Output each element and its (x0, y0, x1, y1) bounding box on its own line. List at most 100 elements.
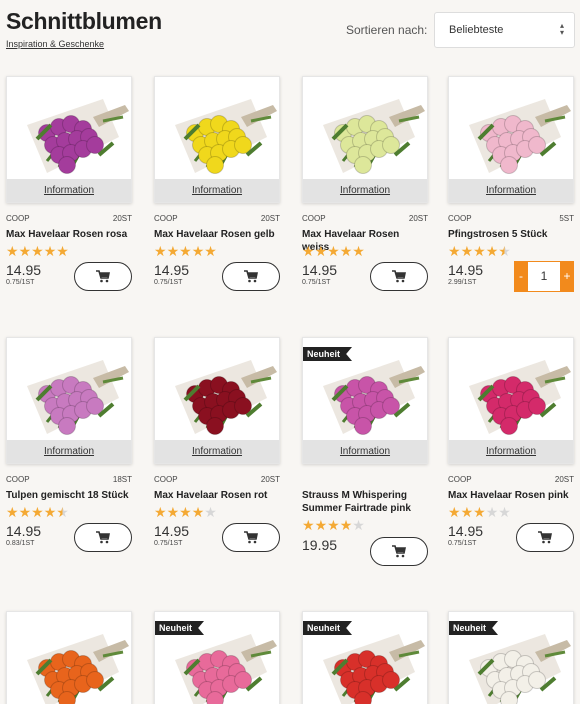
cart-icon (392, 270, 406, 283)
star-icon: ★ (179, 504, 192, 520)
sort-label: Sortieren nach: (346, 23, 428, 37)
cart-icon (538, 531, 552, 544)
star-icon: ★ (6, 243, 19, 259)
sort-select[interactable]: Beliebteste ▴ ▾ (434, 12, 575, 48)
inspiration-link[interactable]: Inspiration & Geschenke (6, 39, 104, 49)
increase-button[interactable]: + (560, 261, 574, 292)
star-icon: ★ (327, 243, 340, 259)
product-image[interactable]: Information (6, 337, 132, 464)
add-to-cart-button[interactable] (222, 523, 280, 552)
star-icon: ★ (6, 504, 19, 520)
unit-price: 0.75/1ST (154, 540, 183, 547)
select-arrows-icon: ▴ ▾ (559, 21, 564, 37)
cart-icon (244, 270, 258, 283)
add-to-cart-button[interactable] (222, 262, 280, 291)
product-brand: COOP (448, 475, 472, 484)
product-name[interactable]: Max Havelaar Rosen rosa (6, 228, 132, 241)
star-icon: ★ (327, 517, 340, 533)
rating-stars: ★★★★★ (154, 244, 217, 258)
product-quantity: 20ST (260, 214, 280, 223)
product-quantity: 20ST (408, 214, 428, 223)
product-name[interactable]: Tulpen gemischt 18 Stück (6, 489, 132, 502)
product-quantity: 5ST (559, 214, 574, 223)
unit-price: 0.83/1ST (6, 540, 35, 547)
star-icon: ★ (302, 243, 315, 259)
information-link[interactable]: Information (155, 179, 279, 202)
rating-stars: ★★★★★ (6, 244, 69, 258)
information-link[interactable]: Information (155, 440, 279, 463)
information-link[interactable]: Information (449, 179, 573, 202)
star-icon: ★ (179, 243, 192, 259)
star-icon: ★ (31, 243, 44, 259)
unit-price: 0.75/1ST (448, 540, 477, 547)
new-badge: Neuheit (155, 621, 205, 635)
star-icon: ★ (485, 504, 499, 520)
product-image[interactable]: Information (154, 76, 280, 203)
star-icon: ★ (302, 517, 315, 533)
cart-icon (96, 531, 110, 544)
product-brand: COOP (154, 214, 178, 223)
add-to-cart-button[interactable] (516, 523, 574, 552)
add-to-cart-button[interactable] (74, 523, 132, 552)
unit-price: 0.75/1ST (154, 279, 183, 286)
product-brand: COOP (6, 214, 30, 223)
star-icon: ★ (204, 243, 217, 259)
add-to-cart-button[interactable] (74, 262, 132, 291)
product-name[interactable]: Max Havelaar Rosen gelb (154, 228, 280, 241)
information-link[interactable]: Information (7, 179, 131, 202)
product-image[interactable]: Neuheit Information (448, 611, 574, 704)
product-price: 14.95 (6, 262, 42, 278)
product-quantity: 20ST (112, 214, 132, 223)
star-icon: ★ (498, 243, 511, 259)
star-icon: ★ (339, 517, 353, 533)
add-to-cart-button[interactable] (370, 537, 428, 566)
product-price: 14.95 (448, 523, 484, 539)
unit-price: 0.75/1ST (6, 279, 35, 286)
product-price: 14.95 (6, 523, 42, 539)
information-link[interactable]: Information (7, 440, 131, 463)
product-image[interactable]: Information (448, 337, 574, 464)
rating-stars: ★★★★★ (302, 244, 365, 258)
star-icon: ★ (18, 243, 32, 259)
decrease-button[interactable]: - (514, 261, 528, 292)
star-icon: ★ (314, 243, 328, 259)
star-icon: ★ (460, 243, 474, 259)
information-link[interactable]: Information (303, 179, 427, 202)
product-quantity: 20ST (554, 475, 574, 484)
product-image[interactable]: Neuheit Information (302, 611, 428, 704)
star-icon: ★ (473, 504, 486, 520)
information-link[interactable]: Information (449, 440, 573, 463)
quantity-value[interactable]: 1 (529, 262, 559, 291)
add-to-cart-button[interactable] (370, 262, 428, 291)
product-image[interactable]: Neuheit Information (154, 611, 280, 704)
page-header: Schnittblumen Inspiration & Geschenke So… (6, 8, 576, 58)
rating-stars: ★★★★★ (154, 505, 217, 519)
product-image[interactable]: Information (6, 76, 132, 203)
product-name[interactable]: Strauss M Whispering Summer Fairtrade pi… (302, 489, 428, 515)
product-image[interactable]: Information (448, 76, 574, 203)
star-icon: ★ (448, 504, 461, 520)
star-icon: ★ (166, 504, 180, 520)
star-icon: ★ (473, 243, 486, 259)
star-icon: ★ (191, 504, 205, 520)
product-image[interactable]: Neuheit Information (302, 337, 428, 464)
new-badge: Neuheit (303, 621, 353, 635)
cart-icon (96, 270, 110, 283)
information-link[interactable]: Information (303, 440, 427, 463)
star-icon: ★ (31, 504, 44, 520)
product-brand: COOP (154, 475, 178, 484)
star-icon: ★ (352, 517, 365, 533)
product-image[interactable]: Information (6, 611, 132, 704)
product-brand: COOP (302, 214, 326, 223)
star-icon: ★ (339, 243, 353, 259)
product-name[interactable]: Max Havelaar Rosen pink (448, 489, 574, 502)
product-name[interactable]: Max Havelaar Rosen rot (154, 489, 280, 502)
star-icon: ★ (56, 243, 69, 259)
star-icon: ★ (352, 243, 365, 259)
quantity-stepper[interactable]: - 1 + (514, 261, 574, 292)
product-image[interactable]: Information (302, 76, 428, 203)
product-image[interactable]: Information (154, 337, 280, 464)
product-name[interactable]: Pfingstrosen 5 Stück (448, 228, 574, 241)
star-icon: ★ (448, 243, 461, 259)
sort-value: Beliebteste (449, 24, 504, 36)
